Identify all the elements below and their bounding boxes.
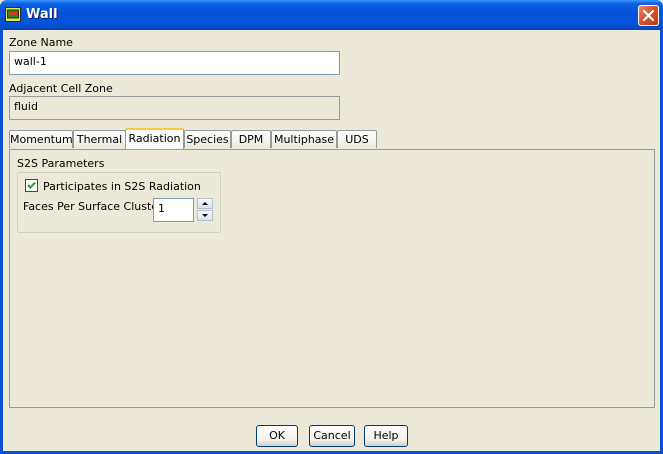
tab-momentum[interactable]: Momentum xyxy=(9,130,73,148)
ok-button[interactable]: OK xyxy=(256,425,298,447)
window-title: Wall xyxy=(26,7,58,22)
tab-radiation[interactable]: Radiation xyxy=(125,128,184,149)
app-icon xyxy=(5,7,21,22)
title-bar: Wall xyxy=(0,0,663,30)
cancel-button[interactable]: Cancel xyxy=(309,425,355,447)
faces-per-cluster-spinner xyxy=(197,198,213,222)
wall-dialog: Wall Zone Name wall-1 Adjacent Cell Zone… xyxy=(0,0,663,454)
spin-down-button[interactable] xyxy=(197,210,213,221)
tab-species[interactable]: Species xyxy=(184,130,231,148)
dialog-body: Zone Name wall-1 Adjacent Cell Zone flui… xyxy=(3,30,660,451)
check-icon xyxy=(27,181,36,189)
radiation-panel: S2S Parameters Participates in S2S Radia… xyxy=(9,149,655,408)
close-button[interactable] xyxy=(638,5,659,26)
participates-label: Participates in S2S Radiation xyxy=(43,180,201,193)
adjacent-cell-zone-field: fluid xyxy=(9,96,340,120)
arrow-up-icon xyxy=(202,202,208,205)
tab-multiphase[interactable]: Multiphase xyxy=(271,130,337,148)
tab-dpm[interactable]: DPM xyxy=(231,130,271,148)
faces-per-cluster-label: Faces Per Surface Cluster xyxy=(23,200,163,213)
participates-checkbox[interactable] xyxy=(25,179,38,192)
faces-per-cluster-input[interactable]: 1 xyxy=(153,198,194,222)
arrow-down-icon xyxy=(202,214,208,217)
help-button[interactable]: Help xyxy=(364,425,408,447)
adjacent-cell-zone-label: Adjacent Cell Zone xyxy=(9,82,113,95)
close-icon xyxy=(642,9,655,22)
zone-name-input[interactable]: wall-1 xyxy=(9,51,340,75)
zone-name-label: Zone Name xyxy=(9,36,73,49)
spin-up-button[interactable] xyxy=(197,198,213,209)
s2s-parameters-title: S2S Parameters xyxy=(17,157,105,170)
tab-uds[interactable]: UDS xyxy=(337,130,377,148)
s2s-parameters-group: Participates in S2S Radiation Faces Per … xyxy=(17,172,221,233)
tab-thermal[interactable]: Thermal xyxy=(73,130,126,148)
